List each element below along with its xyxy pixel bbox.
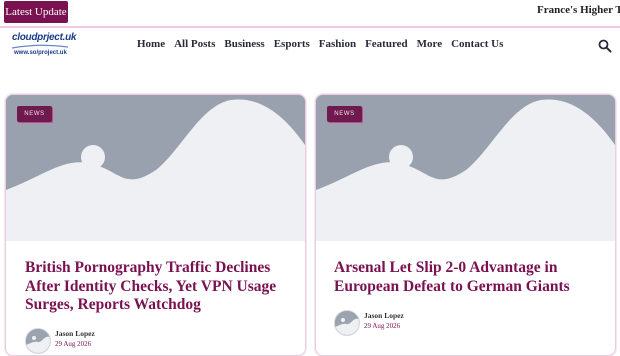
author-avatar bbox=[25, 328, 51, 354]
author-name[interactable]: Jason Lopez bbox=[364, 311, 404, 320]
latest-update-ticker: Latest Update France's Higher Tri bbox=[0, 0, 620, 28]
main-navigation: Home All Posts Business Esports Fashion … bbox=[137, 38, 512, 50]
nav-contact-us[interactable]: Contact Us bbox=[451, 38, 503, 50]
author-name[interactable]: Jason Lopez bbox=[55, 329, 95, 338]
site-header: cloudprject.uk www.so/project.uk Home Al… bbox=[0, 28, 620, 64]
search-icon[interactable] bbox=[598, 39, 612, 53]
latest-update-badge: Latest Update bbox=[4, 1, 68, 23]
post-date: 29 Aug 2026 bbox=[364, 322, 401, 330]
logo-domain-text: www.so/project.uk bbox=[14, 50, 67, 56]
nav-all-posts[interactable]: All Posts bbox=[174, 38, 215, 50]
site-logo[interactable]: cloudprject.uk www.so/project.uk bbox=[12, 32, 76, 62]
post-thumbnail-placeholder[interactable]: NEWS bbox=[316, 95, 615, 241]
post-date: 29 Aug 2026 bbox=[55, 340, 92, 348]
nav-business[interactable]: Business bbox=[224, 38, 264, 50]
nav-home[interactable]: Home bbox=[137, 38, 165, 50]
post-card[interactable]: NEWS Arsenal Let Slip 2-0 Advantage in E… bbox=[315, 94, 616, 356]
avatar-placeholder-icon bbox=[335, 311, 359, 335]
nav-esports[interactable]: Esports bbox=[274, 38, 310, 50]
author-avatar bbox=[334, 310, 360, 336]
post-card[interactable]: NEWS British Pornography Traffic Decline… bbox=[5, 94, 306, 356]
logo-brand-text: cloudprject.uk bbox=[12, 32, 77, 43]
nav-more[interactable]: More bbox=[417, 38, 442, 50]
post-thumbnail-placeholder[interactable]: NEWS bbox=[6, 95, 305, 241]
nav-fashion[interactable]: Fashion bbox=[319, 38, 356, 50]
ticker-headline-link[interactable]: France's Higher Tri bbox=[537, 4, 620, 16]
category-tag[interactable]: NEWS bbox=[17, 106, 52, 122]
category-tag[interactable]: NEWS bbox=[327, 106, 362, 122]
nav-featured[interactable]: Featured bbox=[365, 38, 408, 50]
post-title[interactable]: Arsenal Let Slip 2-0 Advantage in Europe… bbox=[334, 259, 596, 296]
avatar-placeholder-icon bbox=[26, 329, 50, 353]
post-title[interactable]: British Pornography Traffic Declines Aft… bbox=[25, 259, 287, 315]
